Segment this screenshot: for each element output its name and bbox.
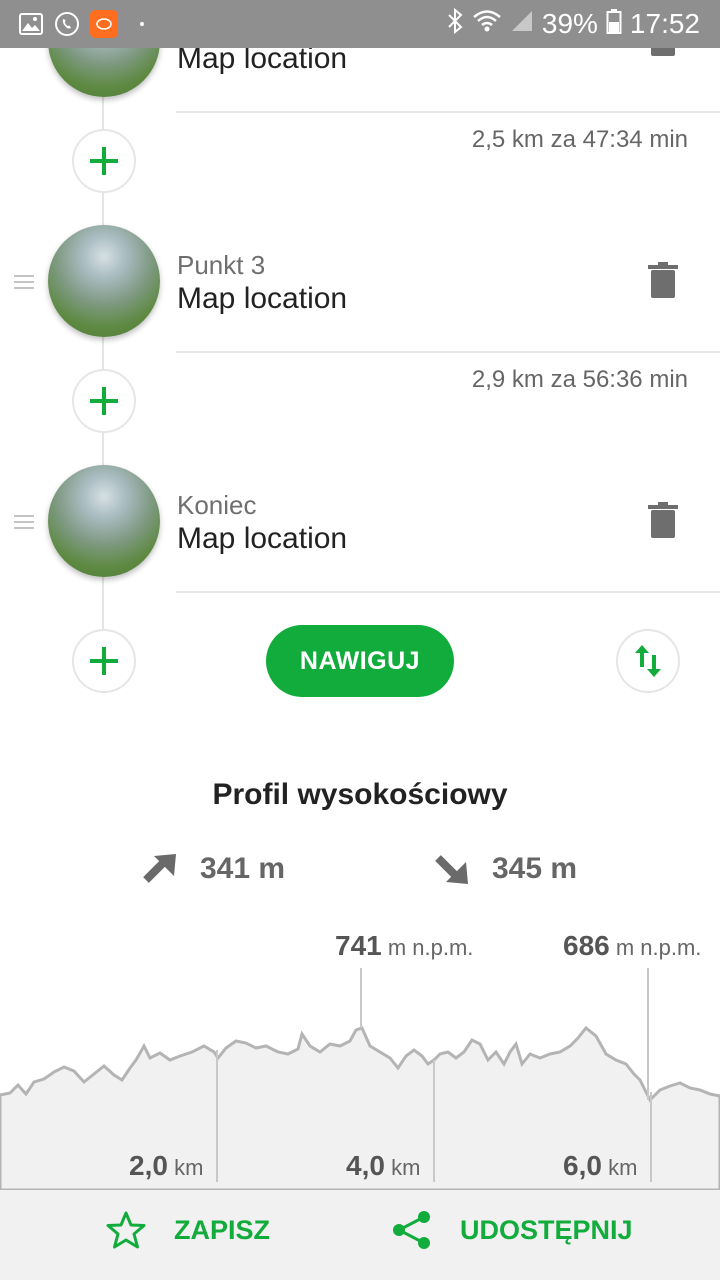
plus-icon (90, 647, 118, 675)
share-button[interactable]: UDOSTĘPNIJ (392, 1210, 633, 1250)
descent-stat: 345 m (434, 850, 577, 888)
peak-elevation-label: 686 m n.p.m. (563, 930, 702, 961)
descent-arrow-icon (435, 855, 468, 884)
share-icon (393, 1211, 430, 1249)
ascent-stat: 341 m (142, 850, 285, 888)
waypoint-label: Koniec (177, 490, 257, 520)
trash-icon[interactable] (648, 502, 678, 540)
waypoint-thumbnail[interactable] (48, 465, 160, 577)
signal-icon (510, 8, 534, 40)
notification-dot (140, 22, 144, 26)
bottom-action-bar: ZAPISZ UDOSTĘPNIJ (0, 1190, 720, 1280)
divider (176, 351, 720, 353)
battery-icon (606, 8, 622, 41)
descent-value: 345 m (492, 852, 578, 885)
add-waypoint-button[interactable] (72, 629, 136, 693)
profile-title: Profil wysokościowy (212, 778, 508, 811)
plus-icon (90, 387, 118, 415)
gallery-icon (18, 11, 44, 37)
segment-info: 2,5 km za 47:34 min (471, 126, 688, 153)
waypoint-title[interactable]: Map location (177, 282, 347, 316)
distance-label: 6,0 km (563, 1150, 638, 1181)
wifi-icon (472, 8, 502, 40)
star-icon (106, 1211, 146, 1249)
add-waypoint-button[interactable] (72, 369, 136, 433)
navigate-button[interactable]: NAWIGUJ (266, 625, 454, 697)
reverse-route-button[interactable] (616, 629, 680, 693)
divider (176, 111, 720, 113)
share-label: UDOSTĘPNIJ (460, 1214, 633, 1245)
ascent-arrow-icon (143, 854, 176, 883)
save-button[interactable]: ZAPISZ (106, 1210, 270, 1250)
trash-icon[interactable] (648, 262, 678, 300)
app-icon (90, 10, 118, 38)
save-label: ZAPISZ (174, 1214, 271, 1245)
status-bar: 39% 17:52 (0, 0, 720, 48)
swap-icon (635, 645, 661, 677)
bluetooth-icon (446, 7, 464, 41)
add-waypoint-button[interactable] (72, 129, 136, 193)
waypoint-title[interactable]: Map location (177, 522, 347, 556)
clock: 17:52 (629, 8, 700, 39)
divider (176, 591, 720, 593)
drag-handle-icon[interactable] (14, 514, 34, 530)
waypoint-label: Punkt 3 (177, 250, 266, 280)
distance-label: 2,0 km (129, 1150, 204, 1181)
distance-label: 4,0 km (346, 1150, 421, 1181)
drag-handle-icon[interactable] (14, 274, 34, 290)
phone-icon (54, 11, 80, 37)
waypoint-thumbnail[interactable] (48, 225, 160, 337)
battery-percent: 39% (541, 8, 598, 39)
segment-info: 2,9 km za 56:36 min (471, 366, 688, 393)
peak-elevation-label: 741 m n.p.m. (335, 930, 474, 961)
ascent-value: 341 m (200, 852, 286, 885)
plus-icon (90, 147, 118, 175)
